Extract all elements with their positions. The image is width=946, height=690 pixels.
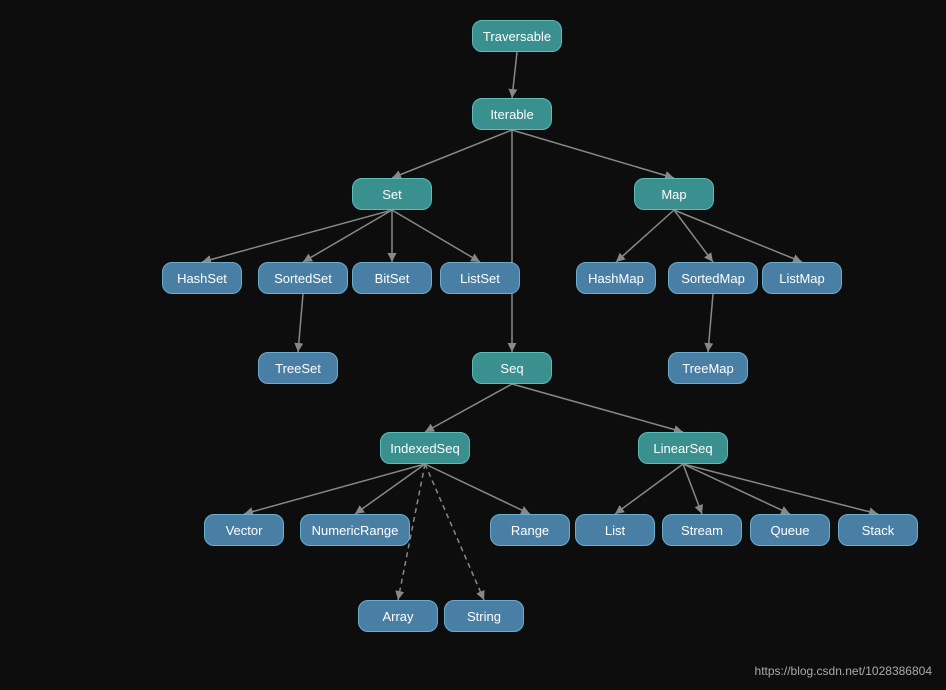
- node-listset: ListSet: [440, 262, 520, 294]
- node-range: Range: [490, 514, 570, 546]
- node-bitset: BitSet: [352, 262, 432, 294]
- node-list: List: [575, 514, 655, 546]
- node-treemap: TreeMap: [668, 352, 748, 384]
- node-listmap: ListMap: [762, 262, 842, 294]
- node-queue: Queue: [750, 514, 830, 546]
- node-traversable: Traversable: [472, 20, 562, 52]
- node-set: Set: [352, 178, 432, 210]
- node-stack: Stack: [838, 514, 918, 546]
- node-hashmap: HashMap: [576, 262, 656, 294]
- watermark: https://blog.csdn.net/1028386804: [755, 664, 932, 678]
- node-array: Array: [358, 600, 438, 632]
- node-sortedmap: SortedMap: [668, 262, 758, 294]
- node-iterable: Iterable: [472, 98, 552, 130]
- node-hashset: HashSet: [162, 262, 242, 294]
- node-stream: Stream: [662, 514, 742, 546]
- node-linearseq: LinearSeq: [638, 432, 728, 464]
- node-treeset: TreeSet: [258, 352, 338, 384]
- node-sortedset: SortedSet: [258, 262, 348, 294]
- node-numericrange: NumericRange: [300, 514, 410, 546]
- node-indexedseq: IndexedSeq: [380, 432, 470, 464]
- node-map: Map: [634, 178, 714, 210]
- node-seq: Seq: [472, 352, 552, 384]
- node-vector: Vector: [204, 514, 284, 546]
- node-string: String: [444, 600, 524, 632]
